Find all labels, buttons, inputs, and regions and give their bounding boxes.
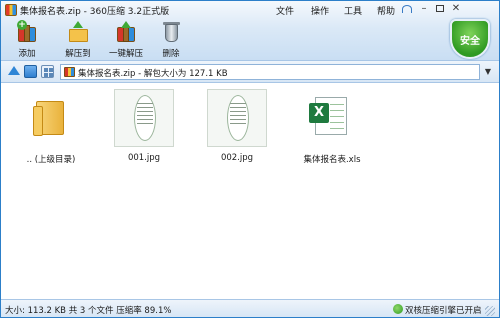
extract-to-button[interactable]: 解压到 [58, 21, 98, 59]
delete-label: 删除 [162, 49, 180, 59]
go-up-icon[interactable] [7, 65, 20, 78]
large-icon-view-icon[interactable] [24, 65, 37, 78]
maximize-button[interactable] [433, 3, 447, 15]
security-label: 安全 [460, 36, 480, 47]
thumbnail-view-icon[interactable] [41, 65, 54, 78]
menu-tools[interactable]: 工具 [344, 4, 362, 17]
file-item-xls[interactable]: X 集体报名表.xls [299, 87, 365, 167]
add-button[interactable]: + 添加 [7, 20, 47, 59]
delete-button[interactable]: 删除 [151, 21, 191, 59]
one-click-extract-button[interactable]: 一键解压 [104, 21, 148, 59]
path-text: 集体报名表.zip - 解包大小为 127.1 KB [78, 69, 228, 79]
image-thumbnail-icon [111, 87, 177, 149]
file-list: .. (上级目录) 001.jpg 002.jpg X 集体报名表.xls [1, 84, 499, 299]
file-item-001[interactable]: 001.jpg [111, 87, 177, 167]
trash-icon [161, 21, 181, 43]
archive-icon [64, 67, 75, 77]
add-label: 添加 [18, 49, 36, 59]
app-window: 集体报名表.zip - 360压缩 3.2正式版 文件 操作 工具 帮助 – ✕… [0, 0, 500, 318]
file-item-002[interactable]: 002.jpg [204, 87, 270, 167]
one-click-extract-icon [116, 21, 136, 43]
menu-file[interactable]: 文件 [276, 4, 294, 17]
path-dropdown-icon[interactable]: ▼ [482, 64, 494, 80]
add-archive-icon: + [17, 20, 37, 43]
extract-folder-icon [68, 21, 88, 43]
folder-icon [18, 87, 84, 149]
file-name: .. (上级目录) [26, 155, 76, 165]
dual-core-icon [393, 304, 403, 314]
one-click-extract-label: 一键解压 [108, 49, 143, 59]
file-name: 集体报名表.xls [303, 155, 361, 165]
minimize-button[interactable]: – [417, 3, 431, 15]
status-info: 大小: 113.2 KB 共 3 个文件 压缩率 89.1% [5, 306, 172, 316]
path-field[interactable]: 集体报名表.zip - 解包大小为 127.1 KB [60, 64, 480, 80]
excel-file-icon: X [299, 87, 365, 149]
security-shield-button[interactable]: 安全 [450, 19, 490, 59]
window-title: 集体报名表.zip - 360压缩 3.2正式版 [20, 7, 170, 17]
skin-icon[interactable] [400, 3, 414, 15]
resize-grip[interactable] [485, 306, 495, 316]
menu-operation[interactable]: 操作 [311, 4, 329, 17]
close-button[interactable]: ✕ [449, 3, 463, 15]
status-bar: 大小: 113.2 KB 共 3 个文件 压缩率 89.1% 双核压缩引擎已开启 [1, 299, 499, 317]
app-logo-icon [5, 4, 17, 16]
menu-help[interactable]: 帮助 [377, 4, 395, 17]
engine-status[interactable]: 双核压缩引擎已开启 [405, 304, 482, 316]
image-thumbnail-icon [204, 87, 270, 149]
file-item-parent[interactable]: .. (上级目录) [18, 87, 84, 167]
header-area: 集体报名表.zip - 360压缩 3.2正式版 文件 操作 工具 帮助 – ✕… [1, 1, 499, 61]
title-bar: 集体报名表.zip - 360压缩 3.2正式版 文件 操作 工具 帮助 – ✕ [1, 1, 499, 19]
address-bar: 集体报名表.zip - 解包大小为 127.1 KB ▼ [1, 61, 499, 83]
file-name: 001.jpg [127, 153, 161, 163]
file-name: 002.jpg [220, 153, 254, 163]
extract-to-label: 解压到 [65, 49, 91, 59]
